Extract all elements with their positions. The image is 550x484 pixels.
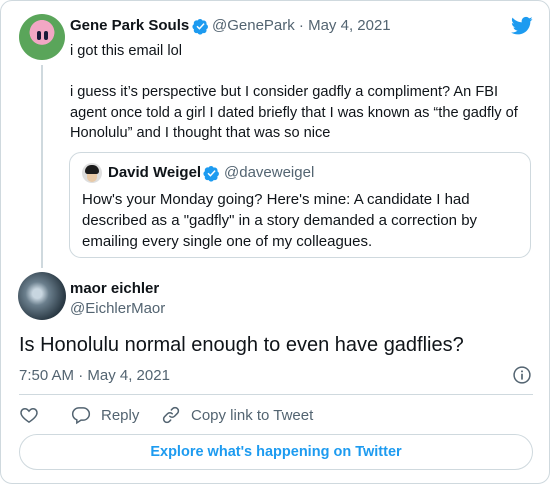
avatar[interactable] xyxy=(18,272,66,320)
author-name[interactable]: maor eichler xyxy=(70,280,159,297)
avatar-hair xyxy=(85,165,99,174)
author-handle[interactable]: @EichlerMaor xyxy=(70,300,165,317)
reply-label: Reply xyxy=(101,406,140,424)
author-name[interactable]: Gene Park Souls xyxy=(70,17,189,34)
tweet-embed-card: Gene Park Souls @GenePark · May 4, 2021 … xyxy=(0,0,550,484)
twitter-logo-icon[interactable] xyxy=(511,16,533,36)
quoted-tweet[interactable]: David Weigel @daveweigel How's your Mond… xyxy=(69,152,531,258)
author-name: David Weigel xyxy=(108,164,202,181)
reply-icon xyxy=(71,407,91,425)
verified-badge-icon xyxy=(203,165,219,182)
avatar[interactable] xyxy=(19,14,65,60)
thread-connector-line xyxy=(41,65,43,268)
explore-twitter-button[interactable]: Explore what's happening on Twitter xyxy=(19,434,533,470)
author-handle: @daveweigel xyxy=(224,164,315,181)
tweet-timestamp[interactable]: 7:50 AM · May 4, 2021 xyxy=(19,367,170,384)
tweet-text: Is Honolulu normal enough to even have g… xyxy=(19,334,464,356)
like-button[interactable] xyxy=(19,405,39,425)
heart-icon xyxy=(20,407,38,423)
quoted-tweet-text: How's your Monday going? Here's mine: A … xyxy=(82,191,478,250)
reply-button[interactable]: Reply xyxy=(71,405,139,425)
tweet-text: i got this email lol i guess it’s perspe… xyxy=(70,43,518,141)
divider xyxy=(19,394,533,395)
copy-link-button[interactable]: Copy link to Tweet xyxy=(161,405,313,425)
avatar-eye xyxy=(37,31,41,40)
avatar xyxy=(82,163,102,183)
avatar-eye xyxy=(44,31,48,40)
explore-label: Explore what's happening on Twitter xyxy=(150,444,402,460)
verified-badge-icon xyxy=(192,18,208,35)
copy-link-label: Copy link to Tweet xyxy=(191,406,314,424)
link-icon xyxy=(162,406,180,424)
info-icon[interactable] xyxy=(512,365,532,385)
author-handle-and-date[interactable]: @GenePark · May 4, 2021 xyxy=(212,17,391,34)
